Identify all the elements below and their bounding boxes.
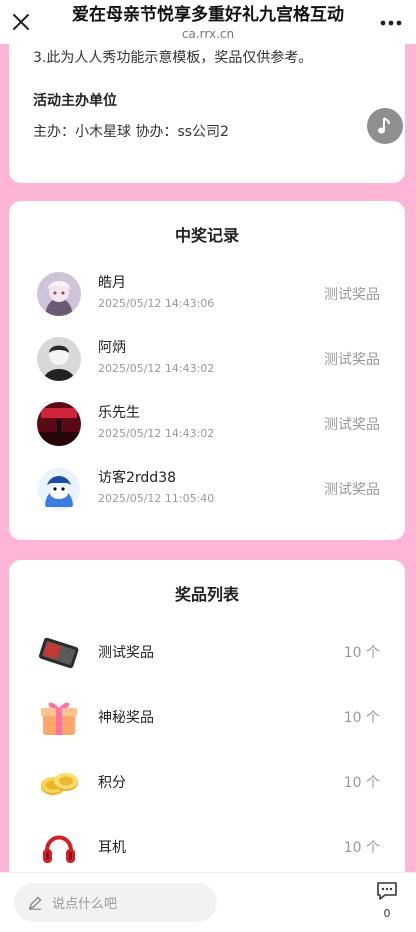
record-name: 乐先生 (98, 405, 140, 421)
info-note: 3.此为人人秀功能示意模板，奖品仅供参考。 (33, 50, 313, 66)
records-title: 中奖记录 (174, 226, 239, 245)
comment-input[interactable]: 说点什么吧 (14, 883, 217, 922)
winning-records-card: 中奖记录 皓月 2025/05/12 14:43:06 测试奖品 阿炳 2025 (9, 201, 405, 540)
prize-count: 10 个 (343, 710, 380, 726)
page-domain: ca.rrx.cn (181, 27, 235, 41)
record-time: 2025/05/12 14:43:02 (98, 362, 215, 375)
bottom-bar: 说点什么吧 0 (0, 872, 416, 932)
prize-name: 积分 (98, 775, 126, 791)
comments-button[interactable]: 0 (370, 881, 404, 925)
avatar (37, 467, 81, 511)
prize-list-card: 奖品列表 测试奖品 10 个 神秘奖品 10 个 积分 10 个 耳机 10 个 (9, 560, 405, 890)
prize-count: 10 个 (343, 645, 380, 661)
comment-bubble-icon (377, 882, 397, 900)
prizes-title: 奖品列表 (174, 585, 239, 604)
record-time: 2025/05/12 14:43:06 (98, 297, 215, 310)
top-bar: 爱在母亲节悦享多重好礼九宫格互动 ca.rrx.cn (0, 0, 416, 44)
record-time: 2025/05/12 11:05:40 (98, 492, 215, 505)
activity-info-card: 3.此为人人秀功能示意模板，奖品仅供参考。 活动主办单位 主办：小木星球 协办：… (9, 20, 405, 183)
tablet-icon (38, 637, 79, 669)
record-name: 访客2rdd38 (98, 470, 177, 486)
record-time: 2025/05/12 14:43:02 (98, 427, 215, 440)
record-row: 皓月 2025/05/12 14:43:06 测试奖品 (9, 267, 405, 323)
prize-name: 神秘奖品 (98, 710, 154, 726)
record-row: 阿炳 2025/05/12 14:43:02 测试奖品 (9, 332, 405, 388)
organizer-text: 主办：小木星球 协办：ss公司2 (33, 124, 229, 140)
title-area: 爱在母亲节悦享多重好礼九宫格互动 ca.rrx.cn (52, 4, 364, 42)
record-row: 乐先生 2025/05/12 14:43:02 测试奖品 (9, 397, 405, 453)
record-name: 阿炳 (98, 340, 126, 356)
comment-placeholder: 说点什么吧 (52, 897, 118, 912)
comment-count: 0 (383, 907, 391, 920)
close-icon (13, 14, 29, 30)
organizer-heading: 活动主办单位 (33, 93, 117, 109)
record-row: 访客2rdd38 2025/05/12 11:05:40 测试奖品 (9, 462, 405, 518)
prize-count: 10 个 (343, 840, 380, 856)
avatar (37, 337, 81, 381)
pencil-icon (28, 896, 42, 910)
music-note-icon (378, 117, 390, 134)
prize-name: 测试奖品 (98, 645, 154, 661)
prize-count: 10 个 (343, 775, 380, 791)
prize-row: 积分 10 个 (9, 754, 405, 810)
prize-row: 耳机 10 个 (9, 819, 405, 875)
record-prize: 测试奖品 (324, 417, 380, 433)
headphones-icon (43, 835, 75, 863)
record-prize: 测试奖品 (324, 287, 380, 303)
prize-row: 测试奖品 10 个 (9, 624, 405, 680)
avatar (37, 402, 81, 446)
close-button[interactable] (8, 9, 34, 35)
record-prize: 测试奖品 (324, 352, 380, 368)
prize-row: 神秘奖品 10 个 (9, 689, 405, 745)
prize-name: 耳机 (98, 840, 126, 856)
more-button[interactable] (376, 10, 406, 36)
avatar (37, 272, 81, 316)
more-dots-icon (380, 20, 402, 26)
gift-box-icon (41, 702, 77, 735)
coins-icon (41, 773, 78, 795)
record-name: 皓月 (98, 275, 126, 291)
page-title: 爱在母亲节悦享多重好礼九宫格互动 (72, 5, 344, 25)
music-button[interactable] (367, 108, 403, 144)
record-prize: 测试奖品 (324, 482, 380, 498)
